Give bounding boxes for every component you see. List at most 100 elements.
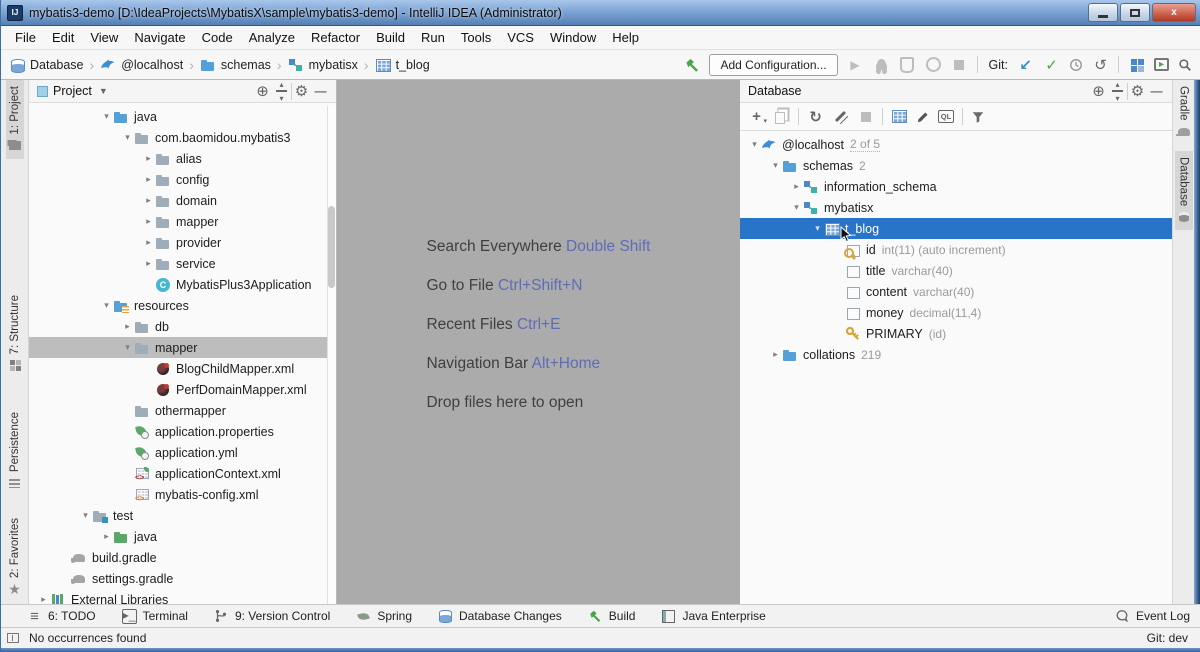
stripe-tab-persistence[interactable]: Persistence bbox=[6, 406, 24, 496]
tree-item-provider[interactable]: ▸ provider bbox=[29, 232, 336, 253]
tree-item-applicationcontext-xml[interactable]: <> applicationContext.xml bbox=[29, 463, 336, 484]
tree-expand-arrow-icon[interactable]: ▸ bbox=[790, 181, 803, 192]
debug-icon[interactable] bbox=[873, 56, 890, 73]
build-project-icon[interactable] bbox=[684, 57, 700, 73]
project-view-selector[interactable]: Project ▼ bbox=[37, 84, 108, 98]
tree-item-domain[interactable]: ▸ domain bbox=[29, 190, 336, 211]
close-button[interactable]: x bbox=[1152, 3, 1196, 22]
tree-item-primary[interactable]: PRIMARY (id) bbox=[740, 323, 1172, 344]
toolwindow-9-version-control[interactable]: 9: Version Control bbox=[214, 609, 330, 624]
stop-icon[interactable] bbox=[951, 56, 968, 73]
stop-icon[interactable] bbox=[857, 108, 874, 125]
breadcrumb-mybatisx[interactable]: mybatisx bbox=[288, 57, 358, 73]
tree-expand-arrow-icon[interactable]: ▸ bbox=[142, 237, 155, 248]
tree-expand-arrow-icon[interactable]: ▸ bbox=[142, 195, 155, 206]
menu-edit[interactable]: Edit bbox=[44, 27, 82, 48]
collapse-all-icon[interactable]: ▾ bbox=[272, 80, 291, 103]
add-configuration-button[interactable]: Add Configuration... bbox=[709, 53, 838, 76]
tree-item-information-schema[interactable]: ▸ information_schema bbox=[740, 176, 1172, 197]
tree-item-mybatisplus3application[interactable]: MybatisPlus3Application bbox=[29, 274, 336, 295]
tree-item-id[interactable]: id int(11) (auto increment) bbox=[740, 239, 1172, 260]
tree-item-java[interactable]: ▾ java bbox=[29, 106, 336, 127]
tree-expand-arrow-icon[interactable]: ▸ bbox=[142, 258, 155, 269]
jump-to-console-icon[interactable] bbox=[938, 110, 954, 123]
tree-item-money[interactable]: money decimal(11,4) bbox=[740, 302, 1172, 323]
locate-object-icon[interactable] bbox=[1089, 83, 1108, 100]
tree-item-service[interactable]: ▸ service bbox=[29, 253, 336, 274]
toolwindow-java-enterprise[interactable]: Java Enterprise bbox=[661, 609, 765, 624]
stripe-tab-1-project[interactable]: 1: Project bbox=[5, 80, 24, 159]
menu-tools[interactable]: Tools bbox=[453, 27, 499, 48]
git-commit-icon[interactable] bbox=[1043, 56, 1060, 73]
stripe-tab-gradle[interactable]: Gradle bbox=[1175, 80, 1193, 145]
tree-expand-arrow-icon[interactable]: ▾ bbox=[79, 510, 92, 521]
minimize-button[interactable] bbox=[1088, 3, 1118, 22]
tree-item-settings-gradle[interactable]: settings.gradle bbox=[29, 568, 336, 589]
view-data-icon[interactable] bbox=[891, 108, 908, 125]
tree-item-mybatis-config-xml[interactable]: <> mybatis-config.xml bbox=[29, 484, 336, 505]
menu-navigate[interactable]: Navigate bbox=[126, 27, 193, 48]
collapse-all-icon[interactable]: ▾ bbox=[1108, 80, 1127, 103]
tree-item-mybatisx[interactable]: ▾ mybatisx bbox=[740, 197, 1172, 218]
tree-item-test[interactable]: ▾ test bbox=[29, 505, 336, 526]
breadcrumb-database[interactable]: Database bbox=[9, 57, 84, 73]
tree-expand-arrow-icon[interactable]: ▸ bbox=[142, 153, 155, 164]
menu-analyze[interactable]: Analyze bbox=[241, 27, 303, 48]
gear-icon[interactable] bbox=[292, 83, 311, 100]
git-rollback-icon[interactable] bbox=[1092, 56, 1109, 73]
hide-panel-icon[interactable] bbox=[1147, 83, 1166, 100]
stripe-tab-database[interactable]: Database bbox=[1174, 150, 1193, 230]
menu-window[interactable]: Window bbox=[542, 27, 604, 48]
toolwindow-terminal[interactable]: Terminal bbox=[121, 608, 188, 624]
search-everywhere-icon[interactable] bbox=[1178, 58, 1192, 72]
tree-expand-arrow-icon[interactable]: ▸ bbox=[37, 594, 50, 604]
run-icon[interactable] bbox=[847, 56, 864, 73]
stripe-tab-2-favorites[interactable]: 2: Favorites bbox=[6, 512, 24, 602]
tree-item-perfdomainmapper-xml[interactable]: PerfDomainMapper.xml bbox=[29, 379, 336, 400]
profiler-icon[interactable] bbox=[925, 56, 942, 73]
project-scrollbar[interactable] bbox=[327, 106, 336, 604]
tree-item-db[interactable]: ▸ db bbox=[29, 316, 336, 337]
tree-item-mapper[interactable]: ▾ mapper bbox=[29, 337, 336, 358]
toggle-toolwindows-icon[interactable] bbox=[7, 633, 19, 643]
tree-item-java[interactable]: ▸ java bbox=[29, 526, 336, 547]
tree-expand-arrow-icon[interactable]: ▸ bbox=[100, 531, 113, 542]
toolwindow-event-log[interactable]: Event Log bbox=[1115, 609, 1190, 624]
hide-panel-icon[interactable] bbox=[311, 83, 330, 100]
toolwindow-6-todo[interactable]: 6: TODO bbox=[27, 609, 96, 624]
tree-item-collations[interactable]: ▸ collations 219 bbox=[740, 344, 1172, 365]
tree-expand-arrow-icon[interactable]: ▾ bbox=[790, 202, 803, 213]
tree-item-schemas[interactable]: ▾ schemas 2 bbox=[740, 155, 1172, 176]
tree-expand-arrow-icon[interactable]: ▸ bbox=[142, 216, 155, 227]
duplicate-icon[interactable] bbox=[773, 108, 790, 125]
project-structure-icon[interactable] bbox=[1128, 56, 1145, 73]
stripe-tab-7-structure[interactable]: 7: Structure bbox=[6, 289, 24, 378]
editor-empty-area[interactable]: Search Everywhere Double Shift Go to File… bbox=[337, 80, 740, 604]
tree-expand-arrow-icon[interactable]: ▸ bbox=[121, 321, 134, 332]
tree-item-build-gradle[interactable]: build.gradle bbox=[29, 547, 336, 568]
tree-item-mapper[interactable]: ▸ mapper bbox=[29, 211, 336, 232]
tree-expand-arrow-icon[interactable]: ▾ bbox=[121, 132, 134, 143]
tree-item-content[interactable]: content varchar(40) bbox=[740, 281, 1172, 302]
tree-expand-arrow-icon[interactable]: ▸ bbox=[142, 174, 155, 185]
menu-vcs[interactable]: VCS bbox=[499, 27, 542, 48]
tree-expand-arrow-icon[interactable]: ▸ bbox=[769, 349, 782, 360]
tree-item-config[interactable]: ▸ config bbox=[29, 169, 336, 190]
tree-expand-arrow-icon[interactable]: ▾ bbox=[121, 342, 134, 353]
tree-item-alias[interactable]: ▸ alias bbox=[29, 148, 336, 169]
toolwindow-build[interactable]: Build bbox=[588, 609, 635, 624]
breadcrumb-schemas[interactable]: schemas bbox=[200, 57, 271, 73]
toolwindow-database-changes[interactable]: Database Changes bbox=[438, 609, 562, 624]
menu-file[interactable]: File bbox=[7, 27, 44, 48]
coverage-icon[interactable] bbox=[899, 56, 916, 73]
git-history-icon[interactable] bbox=[1069, 58, 1083, 72]
datasource-properties-icon[interactable] bbox=[832, 108, 849, 125]
breadcrumb-t-blog[interactable]: t_blog bbox=[375, 57, 430, 73]
tree-item-resources[interactable]: ▾ resources bbox=[29, 295, 336, 316]
gear-icon[interactable] bbox=[1128, 83, 1147, 100]
git-update-icon[interactable] bbox=[1017, 56, 1034, 73]
tree-expand-arrow-icon[interactable]: ▾ bbox=[748, 139, 761, 150]
tree-expand-arrow-icon[interactable]: ▾ bbox=[811, 223, 824, 234]
tree-item-external-libraries[interactable]: ▸ External Libraries bbox=[29, 589, 336, 604]
edit-pencil-icon[interactable] bbox=[916, 110, 930, 124]
